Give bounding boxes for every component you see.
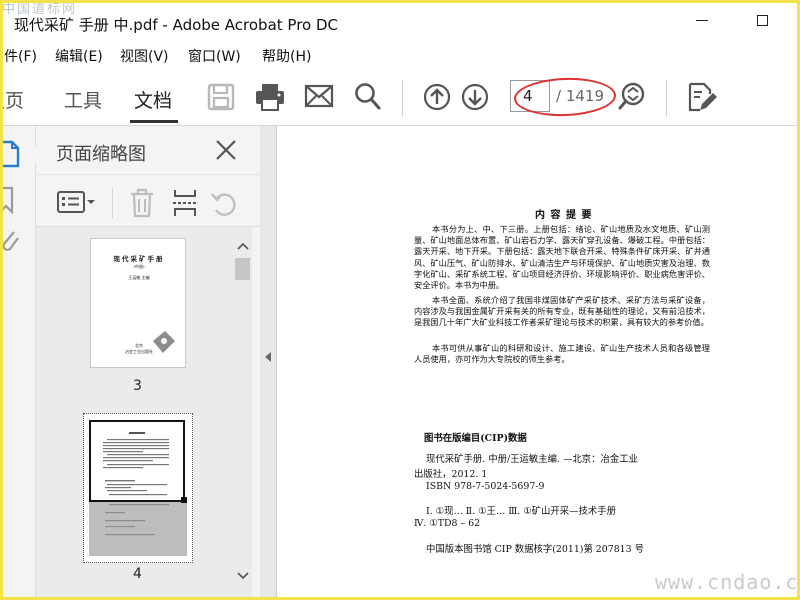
- save-icon[interactable]: [206, 82, 236, 112]
- panel-title: 页面缩略图: [56, 144, 146, 165]
- document-paragraph-1: 本书分为上、中、下三册。上册包括：绪论、矿山地质及水文地质、矿山测量、矿山地面总…: [414, 224, 710, 291]
- cip-title: 图书在版编目(CIP)数据: [424, 433, 527, 444]
- thumb-editor-text: 王运敏 主编: [128, 275, 150, 280]
- scroll-thumb[interactable]: [235, 258, 250, 280]
- delete-icon[interactable]: [129, 188, 155, 218]
- thumbnail-options-icon[interactable]: [57, 190, 97, 214]
- cip-line: Ⅰ. ①现… Ⅱ. ①王… Ⅲ. ①矿山开采—技术手册: [426, 506, 617, 517]
- fill-sign-icon[interactable]: [686, 82, 718, 114]
- cip-line: ISBN 978-7-5024-5697-9: [426, 481, 545, 492]
- panel-divider: [36, 174, 260, 175]
- search-icon[interactable]: [354, 82, 382, 112]
- document-paragraph-3: 本书可供从事矿山的科研和设计、施工建设、矿山生产技术人员和各级管理人员使用，亦可…: [414, 343, 710, 365]
- maximize-button[interactable]: [757, 15, 768, 26]
- tab-tools[interactable]: 工具: [64, 86, 102, 113]
- previous-page-icon[interactable]: [423, 83, 451, 111]
- cip-line: 中国版本图书馆 CIP 数据核字(2011)第 207813 号: [426, 544, 644, 555]
- thumbnail-label-3: 3: [133, 378, 142, 394]
- viewport-resize-handle[interactable]: [181, 497, 187, 503]
- page-thumbnails-icon[interactable]: [0, 140, 22, 170]
- scroll-down-icon[interactable]: [237, 572, 249, 580]
- cip-line: 现代采矿手册. 中册/王运敏主编. —北京：冶金工业: [426, 454, 638, 465]
- close-icon[interactable]: [214, 138, 238, 166]
- scroll-up-icon[interactable]: [237, 242, 249, 250]
- active-tab-indicator: [130, 120, 178, 123]
- next-page-icon[interactable]: [461, 83, 489, 111]
- thumbnail-viewport-box[interactable]: [89, 420, 185, 502]
- document-heading: 内 容 提 要: [535, 210, 593, 221]
- menu-help[interactable]: 帮助(H): [262, 46, 311, 66]
- document-paragraph-2: 本书全面、系统介绍了我国非煤固体矿产采矿技术、采矿方法与采矿设备，内容涉及与我国…: [414, 295, 710, 328]
- thumbnail-page-3[interactable]: 现代采矿手册 (中册) 王运敏 主编 北京 冶金工业出版社: [90, 238, 186, 368]
- menu-file[interactable]: 件(F): [4, 46, 37, 66]
- panel-pointer: [28, 144, 37, 164]
- thumb-subtitle-text: (中册): [133, 264, 145, 269]
- title-bar: 中国道标网 现代采矿 手册 中.pdf - Adobe Acrobat Pro …: [0, 0, 800, 42]
- print-icon[interactable]: [254, 82, 286, 112]
- menu-edit[interactable]: 编辑(E): [55, 46, 103, 66]
- collapse-arrow-icon[interactable]: [264, 351, 272, 363]
- menu-view[interactable]: 视图(V): [120, 46, 169, 66]
- thumbnail-scrollbar[interactable]: [232, 227, 252, 600]
- tab-document[interactable]: 文档: [134, 86, 172, 113]
- bookmarks-icon[interactable]: [0, 186, 20, 214]
- thumbnail-label-4: 4: [133, 566, 142, 582]
- window-title: 现代采矿 手册 中.pdf - Adobe Acrobat Pro DC: [14, 16, 339, 34]
- insert-pages-icon[interactable]: [172, 188, 198, 218]
- menu-window[interactable]: 窗口(W): [188, 46, 241, 66]
- toolbar: [0, 68, 800, 126]
- rotate-icon[interactable]: [210, 190, 240, 218]
- attachments-icon[interactable]: [0, 228, 20, 254]
- toolbar-separator: [402, 80, 403, 116]
- thumb-title-text: 现代采矿手册: [113, 255, 165, 263]
- thumbnail-offscreen-region: [89, 500, 187, 556]
- minimize-button[interactable]: [696, 20, 708, 21]
- panel-collapse-bar[interactable]: [260, 126, 276, 600]
- panel-tool-separator: [112, 188, 113, 218]
- cip-line: Ⅳ. ①TD8 – 62: [414, 518, 481, 529]
- toolbar-separator: [666, 80, 667, 116]
- cip-line: 出版社，2012. 1: [414, 469, 488, 480]
- zoom-icon[interactable]: [618, 82, 646, 112]
- tab-home[interactable]: 主页: [0, 86, 24, 113]
- email-icon[interactable]: [304, 84, 334, 108]
- publisher-logo-icon: [153, 331, 175, 353]
- watermark-bottom: www.cndao.com: [655, 570, 800, 594]
